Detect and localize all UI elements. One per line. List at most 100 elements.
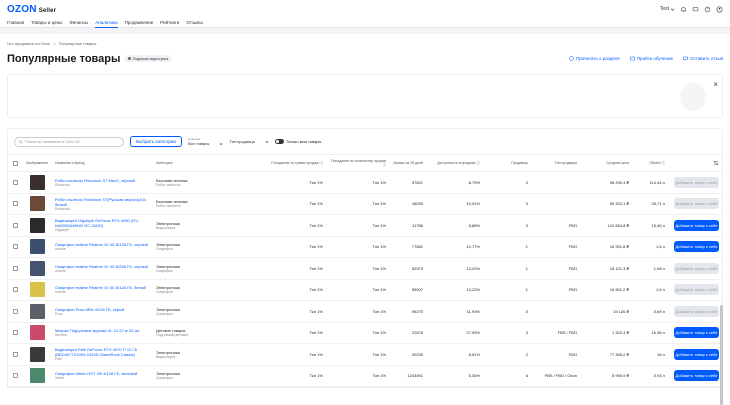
about-section-link[interactable]: Прочитать о разделе	[569, 56, 620, 61]
add-product-button[interactable]: Добавить товар к себе	[674, 305, 719, 317]
product-name-link[interactable]: Матрас Подгузники-трусики XL 12-22 кг 52…	[55, 328, 150, 333]
select-all-checkbox[interactable]	[12, 160, 18, 166]
row-checkbox[interactable]	[12, 244, 18, 250]
share-qty-cell: Топ 1%	[372, 287, 386, 293]
table-row[interactable]: Робот-пылесос Roborock S7 MaxV_черный Rob…	[8, 172, 722, 194]
orders-cell: 20239	[411, 351, 423, 357]
search-input[interactable]: Поиск по названию и Ozon ID	[14, 136, 124, 147]
table-row[interactable]: Смартфон Poco M5s 4/128 ГБ, серый Poco Эле…	[8, 301, 722, 323]
breadcrumb-parent[interactable]: Что продавать на Ozon	[7, 41, 50, 46]
col-seller-type[interactable]: Тип продавца	[531, 161, 580, 166]
nav-item-reviews[interactable]: Отзывы	[186, 20, 202, 25]
product-thumbnail[interactable]	[29, 174, 45, 190]
add-product-button[interactable]: Добавить товар к себе	[674, 370, 719, 382]
select-categories-button[interactable]: Выбрать категории	[130, 136, 182, 147]
product-thumbnail[interactable]	[29, 217, 45, 233]
share-qty-cell: Топ 1%	[372, 179, 386, 185]
product-name-link[interactable]: Робот-пылесос Roborock S7(Русская версия…	[55, 197, 150, 207]
row-checkbox[interactable]	[12, 308, 18, 314]
product-subcategory: Подгузники детские	[156, 333, 189, 338]
row-checkbox[interactable]	[12, 287, 18, 293]
col-orders[interactable]: Заказы за 28 дней	[389, 161, 426, 166]
product-subcategory: Смартфон	[156, 311, 174, 316]
info-icon	[569, 56, 574, 61]
share-qty-cell: Топ 1%	[372, 244, 386, 250]
product-name-link[interactable]: Смартфон realme Realme 10 4G 8/128 ГБ, б…	[55, 285, 150, 290]
product-thumbnail[interactable]	[29, 260, 45, 276]
row-checkbox[interactable]	[12, 373, 18, 379]
col-availability[interactable]: Доступность в продаже ⓘ	[426, 161, 483, 166]
product-thumbnail[interactable]	[29, 346, 45, 362]
seller-type-select[interactable]: Тип продавца	[229, 139, 269, 144]
product-thumbnail[interactable]	[29, 303, 45, 319]
add-product-button[interactable]: Добавить товар к себе	[674, 219, 719, 231]
ozon-seller-logo[interactable]: OZON Seller	[7, 4, 56, 15]
col-volume[interactable]: Объём ⓘ	[632, 161, 668, 166]
product-name-link[interactable]: Смартфон Infinix HOT 20i 4/128 ГБ, зелен…	[55, 371, 150, 376]
seller-type-cell: FBO	[568, 222, 577, 228]
row-checkbox[interactable]	[12, 351, 18, 357]
vertical-scrollbar[interactable]	[720, 305, 723, 405]
row-checkbox[interactable]	[12, 265, 18, 271]
nav-item-products[interactable]: Товары и цены	[31, 20, 62, 25]
avg-price-cell: 19 126 ₽	[613, 308, 629, 314]
chat-icon[interactable]	[692, 6, 699, 13]
close-icon[interactable]: ×	[713, 80, 718, 89]
product-name-link[interactable]: Смартфон realme Realme 10 4G 8/128 ГБ, ч…	[55, 242, 150, 247]
sellers-cell: 1	[525, 287, 528, 293]
product-thumbnail[interactable]	[29, 282, 45, 298]
add-product-button[interactable]: Добавить товар к себе	[674, 284, 719, 296]
user-menu[interactable]: Test	[660, 6, 675, 12]
only-my-products-toggle[interactable]: Только мои товары	[274, 139, 321, 144]
product-name-link[interactable]: Видеокарта Palit GeForce RTX 4070 Ti 12 …	[55, 347, 150, 357]
table-row[interactable]: Видеокарта Palit GeForce RTX 4070 Ti 12 …	[8, 344, 722, 366]
add-product-button[interactable]: Добавить товар к себе	[674, 262, 719, 274]
product-name-link[interactable]: Видеокарта Gigabyte GeForce RTX 4090 (GV…	[55, 218, 150, 228]
row-checkbox[interactable]	[12, 179, 18, 185]
product-subcategory: Смартфон	[156, 290, 174, 295]
feedback-link[interactable]: Оставить отзыв	[683, 56, 723, 61]
notifications-icon[interactable]	[680, 6, 687, 13]
share-sum-cell: Топ 1%	[309, 222, 323, 228]
nav-item-promotion[interactable]: Продвижение	[125, 20, 154, 25]
training-link[interactable]: Пройти обучение	[630, 56, 673, 61]
toggle-switch[interactable]	[274, 139, 284, 144]
nav-item-ratings[interactable]: Рейтинги	[160, 20, 179, 25]
add-product-button[interactable]: Добавить товар к себе	[674, 198, 719, 210]
product-brand: Merries	[55, 333, 67, 338]
row-checkbox[interactable]	[12, 222, 18, 228]
row-checkbox[interactable]	[12, 330, 18, 336]
nav-item-analytics[interactable]: Аналитика	[95, 18, 118, 28]
add-product-button[interactable]: Добавить товар к себе	[674, 176, 719, 188]
product-name-link[interactable]: Смартфон realme Realme 10 4G 8/256 ГБ, ч…	[55, 264, 150, 269]
add-product-button[interactable]: Добавить товар к себе	[674, 348, 719, 360]
novelty-select[interactable]: Новинка Все товары	[188, 137, 223, 146]
share-qty-cell: Топ 1%	[372, 308, 386, 314]
col-avg-price[interactable]: Средняя цена	[580, 161, 632, 166]
column-settings-icon[interactable]	[713, 160, 719, 166]
table-row[interactable]: Смартфон realme Realme 10 4G 8/128 ГБ, б…	[8, 280, 722, 301]
account-icon[interactable]	[716, 6, 723, 13]
table-row[interactable]: Матрас Подгузники-трусики XL 12-22 кг 52…	[8, 323, 722, 344]
col-share-sum[interactable]: Попадание по сумме продаж ⓘ	[263, 161, 326, 166]
product-thumbnail[interactable]	[29, 325, 45, 341]
subscription-badge: Подписка недоступна	[125, 55, 172, 62]
nav-item-home[interactable]: Главная	[7, 20, 24, 25]
col-sellers[interactable]: Продавцы	[483, 161, 531, 166]
availability-cell: 13,22%	[466, 287, 480, 293]
add-product-button[interactable]: Добавить товар к себе	[674, 241, 719, 253]
top-bar: OZON Seller Test ?	[0, 0, 730, 18]
filters-bar: Поиск по названию и Ozon ID Выбрать кате…	[7, 128, 723, 154]
table-row[interactable]: Смартфон Infinix HOT 20i 4/128 ГБ, зелен…	[8, 366, 722, 387]
col-share-qty[interactable]: Попадание по количеству продаж ⓘ	[326, 159, 389, 168]
table-row[interactable]: Робот-пылесос Roborock S7(Русская версия…	[8, 194, 722, 215]
product-thumbnail[interactable]	[29, 239, 45, 255]
nav-item-finance[interactable]: Финансы	[69, 20, 88, 25]
table-row[interactable]: Видеокарта Gigabyte GeForce RTX 4090 (GV…	[8, 215, 722, 237]
help-icon[interactable]: ?	[704, 6, 711, 13]
table-row[interactable]: Смартфон realme Realme 10 4G 8/256 ГБ, ч…	[8, 258, 722, 280]
row-checkbox[interactable]	[12, 201, 18, 207]
table-row[interactable]: Смартфон realme Realme 10 4G 8/128 ГБ, ч…	[8, 237, 722, 258]
add-product-button[interactable]: Добавить товар к себе	[674, 327, 719, 339]
product-thumbnail[interactable]	[29, 196, 45, 212]
